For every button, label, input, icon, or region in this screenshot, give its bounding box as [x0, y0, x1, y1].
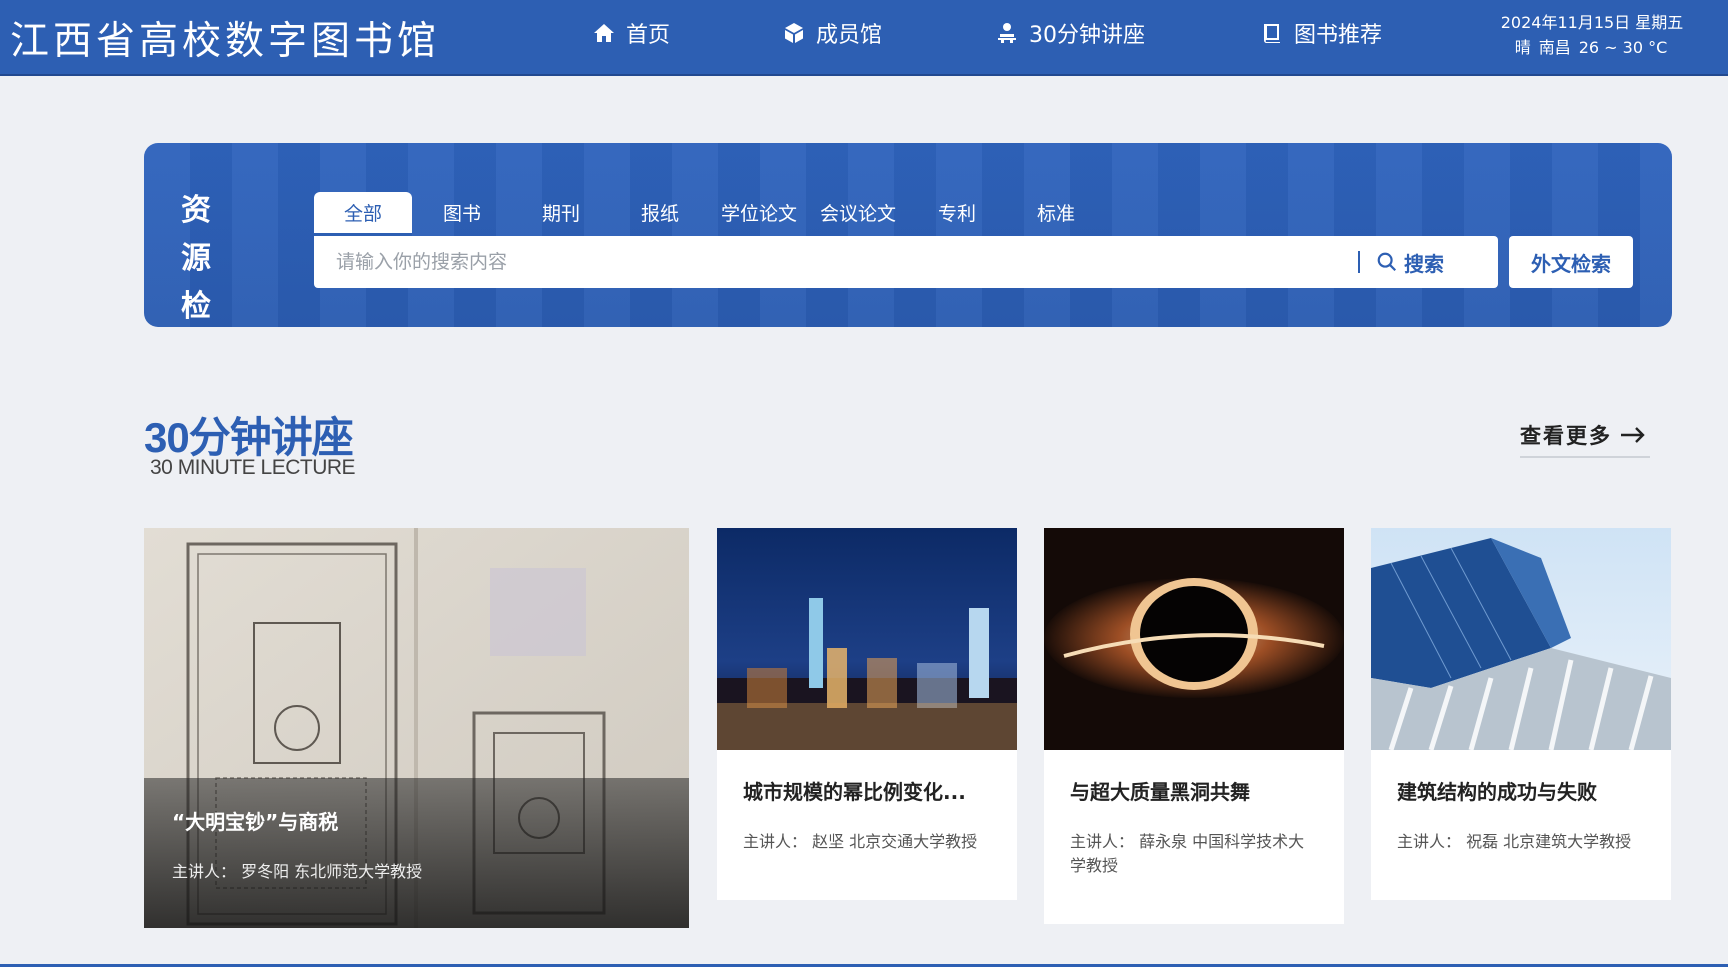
site-title[interactable]: 江西省高校数字图书馆 — [10, 10, 440, 66]
search-button[interactable]: 搜索 — [1376, 236, 1486, 288]
tab-books[interactable]: 图书 — [413, 192, 511, 236]
lecture-card-title: 建筑结构的成功与失败 — [1397, 780, 1597, 804]
top-header: 江西省高校数字图书馆 首页 成员馆 30分钟讲座 图书推荐 2024年11月15… — [0, 0, 1728, 76]
search-panel-label: 资 源 检 索 — [181, 187, 271, 327]
search-label-line2: 检 索 — [181, 289, 221, 324]
lecture-card-title: 与超大质量黑洞共舞 — [1070, 780, 1250, 804]
resource-search-panel: 资 源 检 索 全部 图书 期刊 报纸 学位论文 会议论文 专利 标准 搜索 外… — [144, 143, 1672, 327]
lecture-card-speaker: 主讲人： 祝磊 北京建筑大学教授 — [1397, 832, 1632, 851]
nav-home[interactable]: 首页 — [592, 17, 670, 49]
tab-journals[interactable]: 期刊 — [512, 192, 610, 236]
nav-members-label: 成员馆 — [816, 23, 883, 48]
date-text: 2024年11月15日 星期五 — [1500, 13, 1684, 32]
lecture-card-image — [717, 528, 1017, 750]
city-night-image — [717, 528, 1017, 750]
lecture-section-subtitle: 30 MINUTE LECTURE — [150, 456, 356, 479]
building-image — [1371, 528, 1671, 750]
search-button-label: 搜索 — [1404, 251, 1444, 276]
nav-home-label: 首页 — [626, 23, 671, 48]
tab-conference-papers[interactable]: 会议论文 — [809, 192, 907, 236]
view-more-label: 查看更多 — [1520, 423, 1612, 448]
featured-lecture-title: “大明宝钞”与商税 — [172, 810, 339, 834]
tab-newspapers[interactable]: 报纸 — [611, 192, 709, 236]
nav-lecture[interactable]: 30分钟讲座 — [995, 17, 1145, 49]
cube-icon — [785, 23, 803, 43]
lecturer-icon — [998, 23, 1016, 43]
book-icon — [1263, 24, 1280, 43]
weather-condition: 晴 — [1514, 38, 1531, 57]
weather-city: 南昌 — [1538, 38, 1571, 57]
lecture-card-image — [1044, 528, 1344, 750]
lecture-card-title: 城市规模的幂比例变化... — [743, 780, 966, 804]
date-weather: 2024年11月15日 星期五 晴南昌 26 ~ 30 °C — [1492, 10, 1692, 60]
nav-book-recommend[interactable]: 图书推荐 — [1260, 17, 1382, 49]
foreign-search-button[interactable]: 外文检索 — [1509, 236, 1633, 288]
nav-lecture-label: 30分钟讲座 — [1029, 23, 1145, 48]
featured-lecture-speaker: 主讲人： 罗冬阳 东北师范大学教授 — [172, 862, 423, 881]
featured-lecture-card[interactable]: “大明宝钞”与商税 主讲人： 罗冬阳 东北师范大学教授 — [144, 528, 689, 928]
lecture-card-building-structure[interactable]: 建筑结构的成功与失败 主讲人： 祝磊 北京建筑大学教授 — [1371, 528, 1671, 900]
featured-overlay — [144, 778, 689, 928]
tab-dissertations[interactable]: 学位论文 — [710, 192, 808, 236]
home-icon — [594, 24, 614, 42]
lecture-card-speaker: 主讲人： 赵坚 北京交通大学教授 — [743, 832, 978, 851]
search-divider — [1358, 251, 1360, 273]
tab-standards[interactable]: 标准 — [1007, 192, 1105, 236]
search-label-line1: 资 源 — [181, 193, 221, 276]
lecture-card-black-hole[interactable]: 与超大质量黑洞共舞 主讲人： 薛永泉 中国科学技术大学教授 — [1044, 528, 1344, 924]
search-icon — [1377, 252, 1397, 272]
arrow-right-icon — [1621, 427, 1645, 443]
search-box: 搜索 — [314, 236, 1498, 288]
weather-temperature: 26 ~ 30 °C — [1578, 38, 1668, 57]
lecture-card-city-scaling[interactable]: 城市规模的幂比例变化... 主讲人： 赵坚 北京交通大学教授 — [717, 528, 1017, 900]
weather-text: 晴南昌 26 ~ 30 °C — [1492, 35, 1692, 60]
nav-members[interactable]: 成员馆 — [782, 17, 882, 49]
black-hole-image — [1044, 528, 1344, 750]
nav-book-recommend-label: 图书推荐 — [1294, 23, 1383, 48]
search-input[interactable] — [314, 236, 1314, 288]
lecture-card-speaker: 主讲人： 薛永泉 中国科学技术大学教授 — [1070, 832, 1305, 875]
tab-patents[interactable]: 专利 — [908, 192, 1006, 236]
lecture-card-image — [1371, 528, 1671, 750]
view-more-link[interactable]: 查看更多 — [1520, 414, 1650, 458]
tab-all[interactable]: 全部 — [314, 192, 412, 236]
